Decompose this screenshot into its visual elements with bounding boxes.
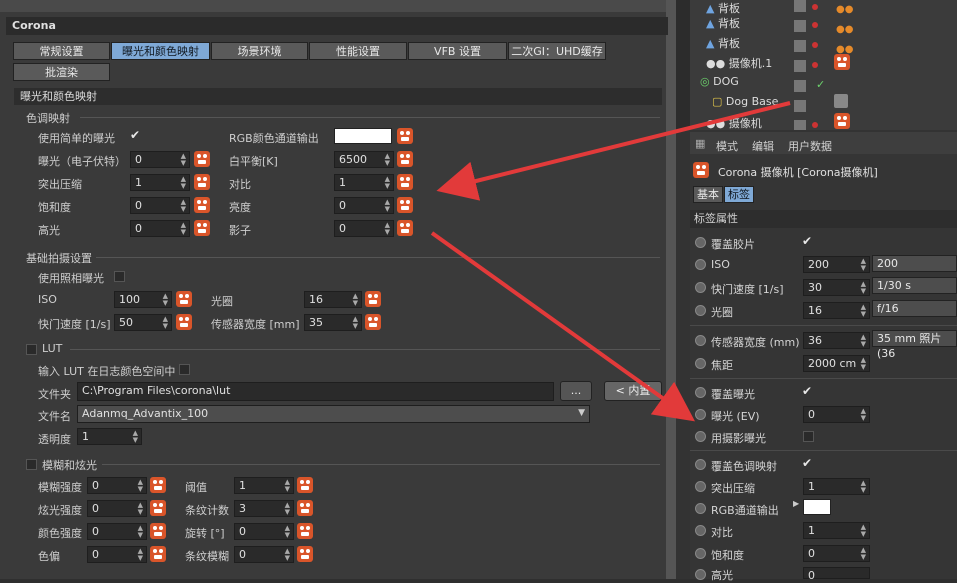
annotation-arrow-to-tonemap	[436, 101, 791, 201]
annotation-arrow-to-exposure	[430, 231, 696, 422]
annotation-arrows	[430, 101, 791, 422]
